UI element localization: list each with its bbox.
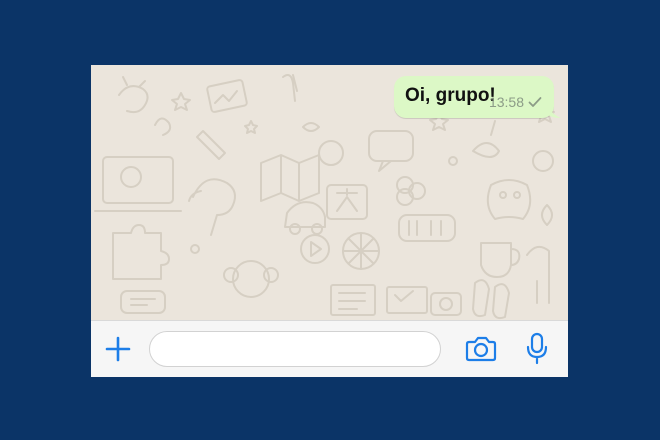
- bubble-tail: [545, 98, 561, 118]
- message-time: 13:58: [488, 94, 524, 110]
- chat-area: Oi, grupo! 13:58: [91, 65, 568, 320]
- message-input-bar: [91, 320, 568, 377]
- check-icon: [528, 96, 542, 108]
- outgoing-message-bubble[interactable]: Oi, grupo! 13:58: [394, 76, 561, 118]
- microphone-icon[interactable]: [525, 332, 549, 366]
- chat-window: Oi, grupo! 13:58: [91, 65, 568, 377]
- message-input[interactable]: [149, 331, 441, 367]
- camera-icon[interactable]: [465, 334, 497, 364]
- message-meta: 13:58: [489, 94, 542, 110]
- plus-icon[interactable]: [104, 335, 132, 363]
